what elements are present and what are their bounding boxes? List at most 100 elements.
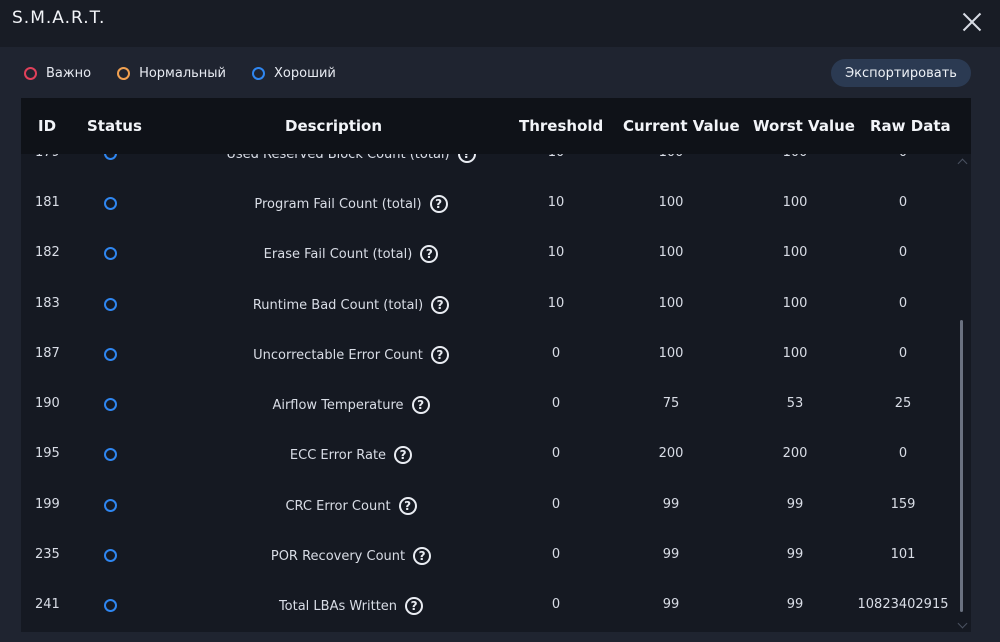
legend-item-good: Хороший [252,66,336,81]
column-header-status[interactable]: Status [87,117,142,135]
row-description: Runtime Bad Count (total) ? [171,280,531,330]
question-circle-icon[interactable]: ? [394,446,413,464]
row-raw-data: 0 [898,245,908,260]
row-current-value: 100 [658,296,684,311]
table-row[interactable]: 199 CRC Error Count ? 0 99 99 159 [21,481,971,531]
column-header-raw-data[interactable]: Raw Data [870,117,951,135]
description-text: Erase Fail Count (total) [263,246,413,262]
row-raw-data: 10823402915 [857,597,949,612]
status-ring-icon [104,549,117,562]
row-threshold: 0 [551,547,561,562]
description-text: Total LBAs Written [278,598,398,614]
row-id: 181 [35,195,60,210]
row-worst-value: 99 [786,547,804,562]
status-ring-icon [104,398,117,411]
question-circle-icon[interactable]: ? [429,195,448,213]
row-id: 235 [35,547,60,562]
description-text: Runtime Bad Count (total) [252,297,424,313]
vertical-scrollbar[interactable] [958,160,966,632]
row-worst-value: 100 [782,195,808,210]
row-threshold: 0 [551,497,561,512]
description-text: CRC Error Count [285,498,391,514]
status-ring-icon [104,197,117,210]
row-description: Airflow Temperature ? [171,380,531,430]
table-row[interactable]: 241 Total LBAs Written ? 0 99 99 1082340… [21,581,971,631]
row-threshold: 0 [551,597,561,612]
row-raw-data: 25 [894,396,912,411]
row-worst-value: 100 [782,346,808,361]
legend-label: Нормальный [139,65,226,81]
row-current-value: 200 [658,446,684,461]
row-current-value: 75 [662,396,680,411]
row-raw-data: 0 [898,296,908,311]
question-circle-icon[interactable]: ? [405,597,424,615]
question-circle-icon[interactable]: ? [398,497,417,515]
row-description: Erase Fail Count (total) ? [171,229,531,279]
export-button[interactable]: Экспортировать [831,59,971,87]
scroll-up-arrow-icon[interactable] [958,158,966,166]
row-description: CRC Error Count ? [171,481,531,531]
table-body[interactable]: 179 Used Reserved Block Count (total) ? … [21,98,971,632]
row-worst-value: 53 [786,396,804,411]
row-threshold: 0 [551,396,561,411]
row-worst-value: 200 [782,446,808,461]
legend-label: Важно [46,65,92,81]
close-icon[interactable] [958,8,986,36]
title-bar: S.M.A.R.T. [0,0,1000,47]
question-circle-icon[interactable]: ? [413,547,432,565]
description-text: Uncorrectable Error Count [253,347,423,363]
legend-item-important: Важно [24,66,91,81]
question-circle-icon[interactable]: ? [411,396,430,414]
question-circle-icon[interactable]: ? [431,296,450,314]
legend-label: Хороший [274,65,336,81]
column-header-description[interactable]: Description [285,117,382,135]
row-id: 199 [35,497,60,512]
table-row[interactable]: 235 POR Recovery Count ? 0 99 99 101 [21,531,971,581]
table-row[interactable]: 190 Airflow Temperature ? 0 75 53 25 [21,380,971,430]
description-text: Airflow Temperature [272,397,404,413]
column-header-threshold[interactable]: Threshold [519,117,603,135]
row-threshold: 10 [547,195,565,210]
question-circle-icon[interactable]: ? [420,245,439,263]
smart-table: ID Status Description Threshold Current … [21,98,971,632]
row-current-value: 100 [658,245,684,260]
description-text: ECC Error Rate [289,447,387,463]
column-header-current-value[interactable]: Current Value [623,117,740,135]
legend-item-normal: Нормальный [117,66,226,81]
status-ring-icon [104,298,117,311]
row-current-value: 99 [662,497,680,512]
table-row[interactable]: 181 Program Fail Count (total) ? 10 100 … [21,179,971,229]
status-ring-icon [104,499,117,512]
row-id: 241 [35,597,60,612]
status-ring-icon [104,348,117,361]
row-worst-value: 99 [786,497,804,512]
row-description: POR Recovery Count ? [171,531,531,581]
row-id: 195 [35,446,60,461]
status-ring-icon [104,448,117,461]
table-row[interactable]: 195 ECC Error Rate ? 0 200 200 0 [21,430,971,480]
table-row[interactable]: 183 Runtime Bad Count (total) ? 10 100 1… [21,280,971,330]
scrollbar-thumb[interactable] [960,320,963,612]
scroll-down-arrow-icon[interactable] [958,620,966,628]
table-header: ID Status Description Threshold Current … [21,98,971,154]
row-threshold: 0 [551,346,561,361]
row-current-value: 100 [658,346,684,361]
table-row[interactable]: 182 Erase Fail Count (total) ? 10 100 10… [21,229,971,279]
description-text: POR Recovery Count [270,548,406,564]
question-circle-icon[interactable]: ? [430,346,449,364]
row-id: 190 [35,396,60,411]
row-raw-data: 159 [890,497,916,512]
row-current-value: 99 [662,597,680,612]
row-raw-data: 0 [898,195,908,210]
row-description: ECC Error Rate ? [171,430,531,480]
column-header-id[interactable]: ID [38,117,56,135]
table-row[interactable]: 187 Uncorrectable Error Count ? 0 100 10… [21,330,971,380]
row-id: 182 [35,245,60,260]
status-ring-icon [104,247,117,260]
row-worst-value: 100 [782,245,808,260]
row-current-value: 99 [662,547,680,562]
column-header-worst-value[interactable]: Worst Value [753,117,855,135]
row-description: Program Fail Count (total) ? [171,179,531,229]
row-threshold: 10 [547,296,565,311]
row-threshold: 10 [547,245,565,260]
